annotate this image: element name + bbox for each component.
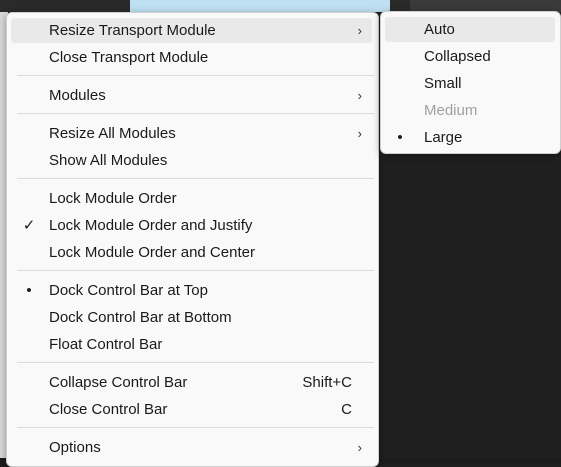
menu-item-modules[interactable]: Modules ›	[11, 83, 372, 108]
menu-item-label: Modules	[49, 87, 106, 104]
menu-item-label: Lock Module Order and Center	[49, 244, 255, 261]
menu-item-lock-module-order-justify[interactable]: ✓ Lock Module Order and Justify	[11, 213, 372, 238]
menu-item-label: Show All Modules	[49, 152, 168, 169]
menu-item-label: Float Control Bar	[49, 336, 163, 353]
control-bar-context-menu: Resize Transport Module › Close Transpor…	[6, 12, 379, 467]
menu-item-label: Dock Control Bar at Top	[49, 282, 208, 299]
submenu-item-auto[interactable]: Auto	[385, 17, 555, 42]
chevron-right-icon: ›	[357, 440, 362, 455]
submenu-item-label: Small	[424, 75, 462, 92]
submenu-item-collapsed[interactable]: Collapsed	[385, 44, 555, 69]
chevron-right-icon: ›	[357, 88, 362, 103]
menu-item-label: Lock Module Order and Justify	[49, 217, 253, 234]
checkmark-icon: ✓	[22, 217, 36, 234]
menu-item-label: Lock Module Order	[49, 190, 177, 207]
menu-item-label: Resize Transport Module	[49, 22, 216, 39]
menu-item-close-transport-module[interactable]: Close Transport Module	[11, 45, 372, 70]
menu-item-resize-transport-module[interactable]: Resize Transport Module ›	[11, 18, 372, 43]
menu-item-show-all-modules[interactable]: Show All Modules	[11, 148, 372, 173]
menu-item-close-control-bar[interactable]: Close Control Bar C	[11, 397, 372, 422]
menu-item-label: Collapse Control Bar	[49, 374, 188, 391]
bullet-icon: •	[397, 129, 403, 146]
menu-item-collapse-control-bar[interactable]: Collapse Control Bar Shift+C	[11, 370, 372, 395]
submenu-item-small[interactable]: Small	[385, 71, 555, 96]
menu-item-dock-control-bar-bottom[interactable]: Dock Control Bar at Bottom	[11, 305, 372, 330]
menu-item-label: Close Transport Module	[49, 49, 209, 66]
resize-transport-submenu: Auto Collapsed Small Medium • Large	[380, 11, 561, 154]
menu-item-lock-module-order[interactable]: Lock Module Order	[11, 186, 372, 211]
menu-item-shortcut: Shift+C	[302, 374, 352, 391]
submenu-item-medium: Medium	[385, 98, 555, 123]
menu-item-dock-control-bar-top[interactable]: • Dock Control Bar at Top	[11, 278, 372, 303]
submenu-item-label: Collapsed	[424, 48, 491, 65]
menu-item-resize-all-modules[interactable]: Resize All Modules ›	[11, 121, 372, 146]
menu-item-shortcut: C	[341, 401, 352, 418]
submenu-item-label: Auto	[424, 21, 455, 38]
menu-item-label: Resize All Modules	[49, 125, 176, 142]
menu-separator	[17, 113, 374, 114]
submenu-item-label: Large	[424, 129, 463, 146]
toolbar-segment	[130, 0, 390, 12]
menu-separator	[17, 178, 374, 179]
menu-separator	[17, 427, 374, 428]
menu-separator	[17, 362, 374, 363]
chevron-right-icon: ›	[357, 23, 362, 38]
menu-item-label: Close Control Bar	[49, 401, 168, 418]
submenu-item-label: Medium	[424, 102, 478, 119]
menu-item-options[interactable]: Options ›	[11, 435, 372, 460]
bullet-icon: •	[26, 282, 32, 299]
menu-item-float-control-bar[interactable]: Float Control Bar	[11, 332, 372, 357]
chevron-right-icon: ›	[357, 126, 362, 141]
submenu-item-large[interactable]: • Large	[385, 125, 555, 150]
menu-item-label: Dock Control Bar at Bottom	[49, 309, 232, 326]
menu-item-label: Options	[49, 439, 101, 456]
menu-separator	[17, 75, 374, 76]
menu-item-lock-module-order-center[interactable]: Lock Module Order and Center	[11, 240, 372, 265]
menu-separator	[17, 270, 374, 271]
